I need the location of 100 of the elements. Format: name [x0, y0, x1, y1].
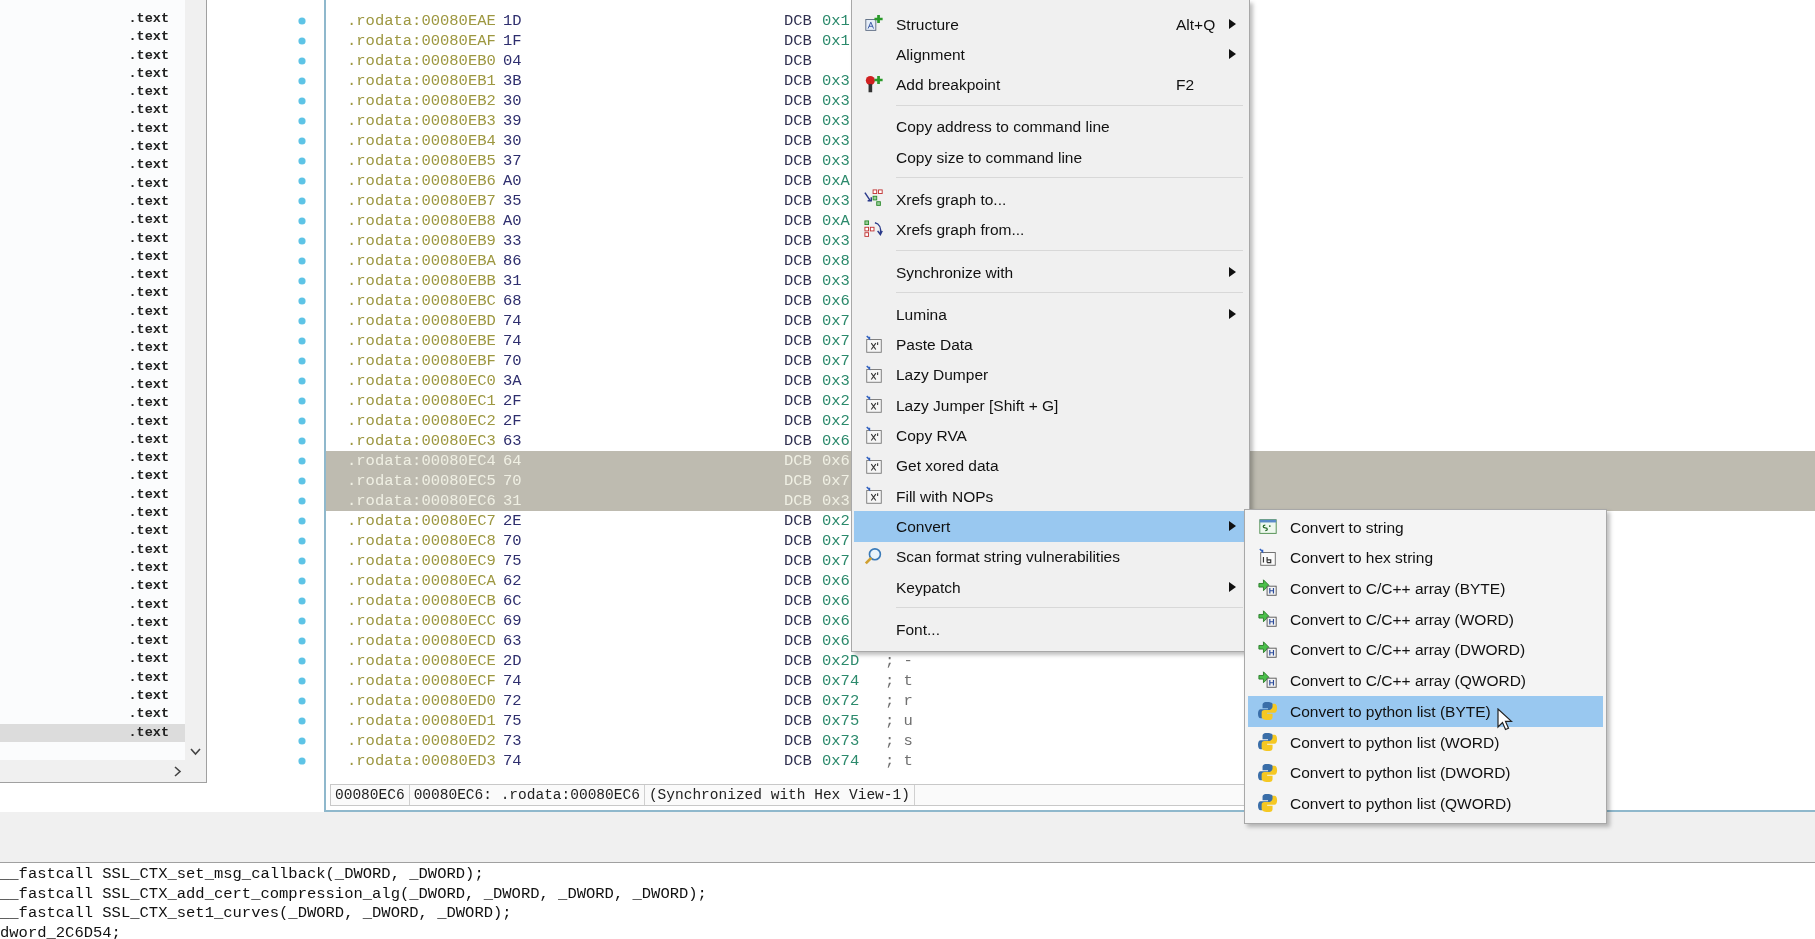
segment-row[interactable]: .text — [0, 504, 185, 523]
menu-item[interactable]: Structure Alt+Q — [854, 9, 1247, 40]
segment-row[interactable]: .text — [0, 485, 185, 504]
menu-item[interactable]: Copy size to command line — [854, 142, 1247, 173]
menu-item[interactable]: Xrefs graph from... — [854, 214, 1247, 246]
dot-icon — [298, 517, 306, 525]
segment-row[interactable]: .text — [0, 83, 185, 102]
menu-item[interactable]: Convert to C/C++ array (QWORD) — [1248, 665, 1603, 697]
script-icon — [863, 334, 885, 355]
dot-icon — [298, 417, 306, 425]
menu-item[interactable]: Alignment — [854, 39, 1247, 70]
menu-item[interactable]: Convert to C/C++ array (DWORD) — [1248, 634, 1603, 666]
mnemonic-text: DCB — [784, 352, 812, 370]
menu-item[interactable]: Convert to C/C++ array (WORD) — [1248, 604, 1603, 635]
segment-row[interactable]: .text — [0, 46, 185, 65]
menu-item[interactable]: Convert — [854, 511, 1247, 542]
mnemonic-text: DCB — [784, 392, 812, 410]
array-icon — [1257, 578, 1279, 599]
menu-item[interactable]: Get xored data — [854, 450, 1247, 482]
operand-text: 0x6 — [822, 592, 850, 610]
segment-row[interactable]: .text — [0, 613, 185, 633]
menu-item[interactable]: Convert to string — [1248, 512, 1603, 543]
menu-item[interactable]: Scan format string vulnerabilities — [854, 541, 1247, 573]
operand-text: 0x6 — [822, 612, 850, 630]
scroll-down-icon[interactable] — [190, 748, 201, 756]
segment-row[interactable]: .text — [0, 211, 185, 230]
address-text: .rodata:00080EAE — [347, 12, 496, 30]
segment-row[interactable]: .text — [0, 705, 185, 724]
segment-row[interactable]: .text — [0, 10, 185, 29]
byte-value: 33 — [503, 232, 522, 250]
byte-value: 2E — [503, 512, 522, 530]
segment-row[interactable]: .text — [0, 174, 185, 193]
breakpoint-icon — [863, 74, 885, 95]
segment-row[interactable]: .text — [0, 266, 185, 285]
segment-row[interactable]: .text — [0, 540, 185, 559]
segment-row[interactable]: .text — [0, 321, 185, 340]
menu-item[interactable]: Convert to hex string — [1248, 542, 1603, 574]
dot-icon — [298, 157, 306, 165]
array-icon — [1257, 670, 1279, 691]
segment-row[interactable]: .text — [0, 138, 185, 157]
segment-row[interactable]: .text — [0, 229, 185, 248]
segment-row[interactable]: .text — [0, 449, 185, 468]
dot-icon — [298, 117, 306, 125]
segment-row[interactable]: .text — [0, 522, 185, 541]
menu-item[interactable]: Convert to python list (DWORD) — [1248, 757, 1603, 789]
script-icon — [863, 425, 885, 446]
segment-row[interactable]: .text — [0, 119, 185, 139]
byte-value: 86 — [503, 252, 522, 270]
segment-row[interactable]: .text — [0, 650, 185, 669]
mnemonic-text: DCB — [784, 132, 812, 150]
address-text: .rodata:00080EB4 — [347, 132, 496, 150]
address-text: .rodata:00080EC2 — [347, 412, 496, 430]
menu-item[interactable]: Convert to python list (WORD) — [1248, 726, 1603, 758]
segment-row[interactable]: .text — [0, 64, 185, 84]
menu-item[interactable]: Lazy Jumper [Shift + G] — [854, 390, 1247, 421]
menu-item[interactable]: Convert to python list (QWORD) — [1248, 788, 1603, 819]
segment-row[interactable]: .text — [0, 28, 185, 47]
segment-row[interactable]: .text — [0, 394, 185, 413]
operand-text: 0x3 — [822, 152, 850, 170]
segment-row[interactable]: .text — [0, 595, 185, 614]
segment-row[interactable]: .text — [0, 284, 185, 303]
segment-row[interactable]: .text — [0, 632, 185, 651]
menu-item[interactable]: Xrefs graph to... — [854, 184, 1247, 215]
menu-item[interactable]: Keypatch — [854, 572, 1247, 603]
menu-item[interactable]: Paste Data — [854, 329, 1247, 360]
segment-row[interactable]: .text — [0, 668, 185, 687]
menu-item[interactable]: Lazy Dumper — [854, 359, 1247, 391]
segment-row[interactable]: .text — [0, 247, 185, 267]
menu-item[interactable]: Copy RVA — [854, 420, 1247, 451]
address-text: .rodata:00080ECC — [347, 612, 496, 630]
menu-item[interactable]: Convert to C/C++ array (BYTE) — [1248, 573, 1603, 605]
menu-item[interactable]: Fill with NOPs — [854, 481, 1247, 512]
menu-item[interactable]: Add breakpoint F2 — [854, 69, 1247, 100]
segment-row[interactable]: .text — [0, 156, 185, 175]
scroll-right-icon[interactable] — [174, 765, 182, 777]
comment-text: ; - — [885, 652, 913, 670]
python-icon — [1257, 701, 1279, 722]
segment-row[interactable]: .text — [0, 558, 185, 578]
segment-row[interactable]: .text — [0, 723, 185, 742]
operand-text: 0x2 — [822, 412, 850, 430]
menu-item[interactable]: Synchronize with — [854, 257, 1247, 288]
segment-row[interactable]: .text — [0, 430, 185, 450]
mnemonic-text: DCB — [784, 632, 812, 650]
segment-row[interactable]: .text — [0, 375, 185, 395]
segment-row[interactable]: .text — [0, 192, 185, 212]
segment-row[interactable]: .text — [0, 101, 185, 120]
operand-text: 0x3 — [822, 92, 850, 110]
segment-row[interactable]: .text — [0, 687, 185, 706]
segment-row[interactable]: .text — [0, 412, 185, 431]
menu-item[interactable]: Font... — [854, 614, 1247, 645]
dot-icon — [298, 97, 306, 105]
segment-row[interactable]: .text — [0, 467, 185, 486]
menu-item[interactable]: Convert to python list (BYTE) — [1248, 696, 1603, 727]
segment-row[interactable]: .text — [0, 339, 185, 358]
hex-icon — [1257, 547, 1279, 568]
menu-item[interactable]: Copy address to command line — [854, 111, 1247, 143]
menu-item[interactable]: Lumina — [854, 299, 1247, 330]
segment-row[interactable]: .text — [0, 357, 185, 376]
segment-row[interactable]: .text — [0, 577, 185, 596]
segment-row[interactable]: .text — [0, 302, 185, 322]
